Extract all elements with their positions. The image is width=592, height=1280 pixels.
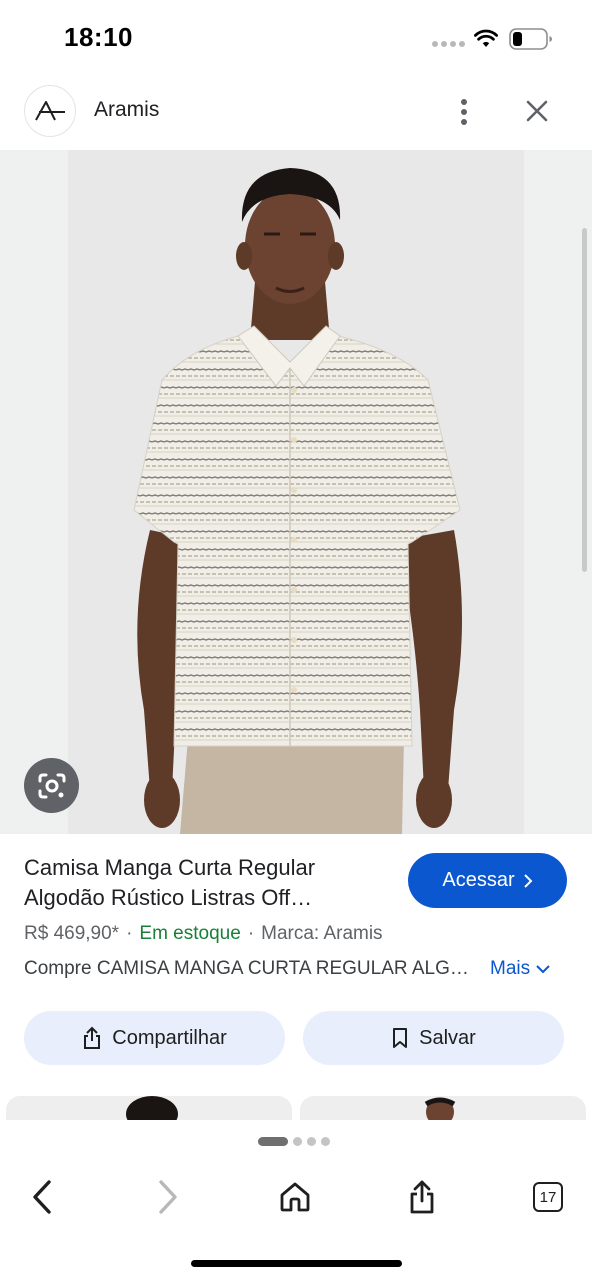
scrollbar[interactable] bbox=[582, 228, 587, 572]
page-indicator[interactable] bbox=[258, 1137, 330, 1146]
result-header: Aramis bbox=[0, 78, 592, 150]
back-icon[interactable] bbox=[20, 1175, 64, 1219]
product-title-line-1: Camisa Manga Curta Regular bbox=[24, 855, 316, 880]
product-title-line-2: Algodão Rústico Listras Off… bbox=[24, 885, 313, 910]
status-time: 18:10 bbox=[64, 22, 133, 52]
related-product-thumb bbox=[424, 1097, 456, 1122]
google-lens-icon[interactable] bbox=[24, 758, 79, 813]
home-indicator[interactable] bbox=[191, 1260, 402, 1267]
share-button-label: Compartilhar bbox=[112, 1026, 227, 1049]
page-dot bbox=[307, 1137, 316, 1146]
model-illustration bbox=[133, 168, 462, 834]
related-product-thumb bbox=[126, 1096, 178, 1122]
chevron-right-icon bbox=[523, 873, 533, 888]
bookmark-icon bbox=[393, 1028, 408, 1048]
product-brand: Marca: Aramis bbox=[261, 923, 383, 944]
stock-status: Em estoque bbox=[139, 923, 241, 944]
share-button[interactable]: Compartilhar bbox=[24, 1011, 285, 1065]
save-button-label: Salvar bbox=[419, 1026, 476, 1049]
tabs-icon[interactable]: 17 bbox=[526, 1175, 570, 1219]
share-icon bbox=[84, 1026, 101, 1049]
tab-count: 17 bbox=[533, 1182, 563, 1212]
browser-toolbar: 17 bbox=[0, 1120, 592, 1280]
share-icon[interactable] bbox=[400, 1175, 444, 1219]
site-name[interactable]: Aramis bbox=[94, 98, 159, 122]
home-icon[interactable] bbox=[273, 1175, 317, 1219]
wifi-icon bbox=[474, 29, 498, 47]
forward-icon[interactable] bbox=[146, 1175, 190, 1219]
chevron-down-icon bbox=[536, 965, 550, 974]
status-bar: 18:10 bbox=[0, 0, 592, 78]
more-vert-icon[interactable] bbox=[450, 94, 478, 130]
product-image[interactable] bbox=[0, 150, 592, 834]
product-description: Compre CAMISA MANGA CURTA REGULAR ALG… bbox=[24, 958, 469, 979]
more-link-label: Mais bbox=[490, 958, 531, 979]
page-dot bbox=[321, 1137, 330, 1146]
save-button[interactable]: Salvar bbox=[303, 1011, 564, 1065]
meta-separator: · bbox=[247, 923, 255, 944]
aramis-logo-icon[interactable] bbox=[24, 85, 76, 137]
visit-button[interactable]: Acessar bbox=[408, 853, 567, 908]
signal-dots-icon bbox=[432, 41, 465, 47]
meta-separator: · bbox=[126, 923, 133, 944]
product-photo bbox=[68, 150, 524, 834]
more-link[interactable]: Mais bbox=[490, 958, 550, 980]
related-product-card[interactable] bbox=[300, 1096, 586, 1122]
battery-icon bbox=[509, 28, 552, 50]
page-dot-active bbox=[258, 1137, 288, 1146]
page-dot bbox=[293, 1137, 302, 1146]
product-price: R$ 469,90* bbox=[24, 923, 120, 944]
close-icon[interactable] bbox=[520, 94, 554, 128]
product-meta: R$ 469,90* · Em estoque · Marca: Aramis bbox=[24, 923, 383, 945]
product-title[interactable]: Camisa Manga Curta Regular Algodão Rústi… bbox=[24, 853, 394, 913]
visit-button-label: Acessar bbox=[442, 869, 515, 891]
related-product-card[interactable] bbox=[6, 1096, 292, 1122]
